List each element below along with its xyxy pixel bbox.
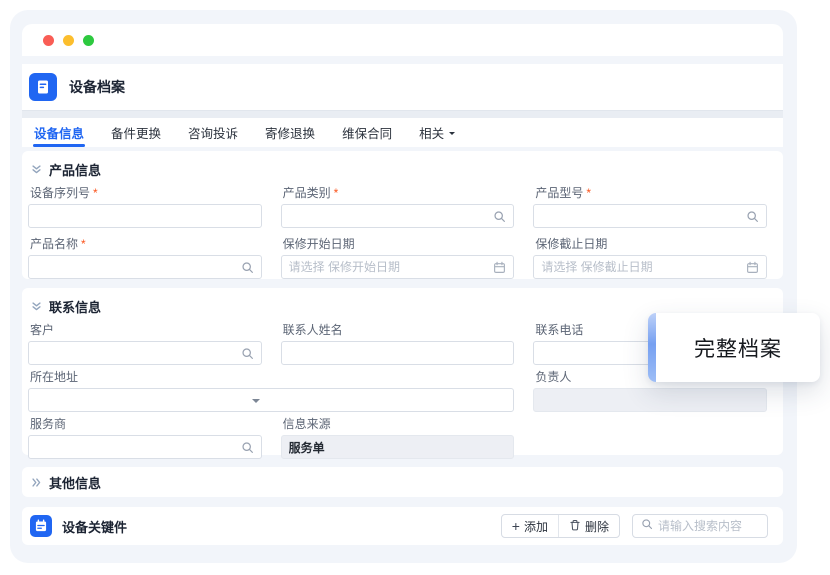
- serial-input[interactable]: [36, 209, 254, 223]
- address-input[interactable]: [36, 393, 506, 407]
- field-label: 客户: [30, 323, 262, 337]
- add-button-label: 添加: [524, 518, 548, 535]
- key-parts-search[interactable]: [632, 514, 768, 538]
- address-select[interactable]: [28, 388, 514, 412]
- key-parts-title: 设备关键件: [62, 517, 501, 536]
- key-parts-icon: [30, 515, 52, 537]
- provider-input[interactable]: [36, 440, 235, 454]
- plus-icon: +: [512, 519, 520, 533]
- delete-button-label: 删除: [585, 518, 609, 535]
- window-titlebar: [22, 24, 783, 56]
- field-label: 产品名称 *: [30, 237, 262, 251]
- tab-label: 相关: [419, 123, 444, 142]
- section-title: 其他信息: [49, 473, 101, 492]
- field-label: 产品型号 *: [535, 186, 767, 200]
- search-icon: [641, 517, 653, 535]
- field-warranty-end: 保修截止日期: [533, 237, 767, 279]
- required-mark: *: [81, 237, 86, 251]
- category-input[interactable]: [289, 209, 488, 223]
- field-model: 产品型号 *: [533, 186, 767, 228]
- section-key-parts: 设备关键件 + 添加 删除: [22, 507, 783, 545]
- field-product-name: 产品名称 *: [28, 237, 262, 279]
- add-button[interactable]: + 添加: [502, 515, 558, 537]
- search-icon[interactable]: [493, 210, 506, 223]
- tab-device-info[interactable]: 设备信息: [34, 118, 84, 147]
- callout-text: 完整档案: [656, 313, 820, 382]
- tab-related[interactable]: 相关: [419, 118, 455, 147]
- contact-section-header[interactable]: 联系信息: [22, 288, 783, 316]
- tab-label: 咨询投诉: [188, 123, 238, 142]
- tab-repair-return[interactable]: 寄修退换: [265, 118, 315, 147]
- window-close-button[interactable]: [43, 35, 54, 46]
- collapse-chevrons-right-icon: [31, 477, 42, 488]
- window-minimize-button[interactable]: [63, 35, 74, 46]
- required-mark: *: [334, 186, 339, 200]
- field-contact-name: 联系人姓名: [281, 323, 515, 365]
- warranty-end-input[interactable]: [541, 260, 740, 274]
- search-icon[interactable]: [241, 261, 254, 274]
- field-label: 保修截止日期: [535, 237, 767, 251]
- required-mark: *: [586, 186, 591, 200]
- tab-maintenance-contract[interactable]: 维保合同: [342, 118, 392, 147]
- caret-down-icon: [252, 399, 260, 407]
- tab-label: 寄修退换: [265, 123, 315, 142]
- calendar-icon[interactable]: [493, 261, 506, 274]
- tab-label: 备件更换: [111, 123, 161, 142]
- field-category: 产品类别 *: [281, 186, 515, 228]
- page-header: 设备档案: [22, 64, 783, 110]
- product-name-input[interactable]: [36, 260, 235, 274]
- field-source: 信息来源: [281, 417, 515, 459]
- tab-label: 设备信息: [34, 123, 84, 142]
- tab-spare-parts[interactable]: 备件更换: [111, 118, 161, 147]
- field-serial: 设备序列号 *: [28, 186, 262, 228]
- contact-name-input[interactable]: [289, 346, 507, 360]
- section-other-info[interactable]: 其他信息: [22, 467, 783, 497]
- field-label: 设备序列号 *: [30, 186, 262, 200]
- search-icon[interactable]: [746, 210, 759, 223]
- field-warranty-start: 保修开始日期: [281, 237, 515, 279]
- device-archive-icon: [29, 73, 57, 101]
- source-input: [289, 440, 507, 454]
- tab-consult-complaint[interactable]: 咨询投诉: [188, 118, 238, 147]
- search-icon[interactable]: [241, 441, 254, 454]
- header-separator: [22, 110, 783, 118]
- key-parts-search-input[interactable]: [658, 519, 759, 533]
- page-title: 设备档案: [69, 77, 125, 97]
- delete-button[interactable]: 删除: [558, 515, 619, 537]
- collapse-chevrons-down-icon: [31, 301, 42, 312]
- section-title: 联系信息: [49, 297, 101, 316]
- customer-input[interactable]: [36, 346, 235, 360]
- field-label: 所在地址: [30, 370, 514, 384]
- trash-icon: [569, 519, 581, 534]
- field-label: 信息来源: [283, 417, 515, 431]
- window-maximize-button[interactable]: [83, 35, 94, 46]
- field-label: 联系人姓名: [283, 323, 515, 337]
- field-customer: 客户: [28, 323, 262, 365]
- field-label: 产品类别 *: [283, 186, 515, 200]
- app-window: 设备档案 设备信息 备件更换 咨询投诉 寄修退换 维保合同 相关: [10, 10, 797, 563]
- collapse-chevrons-down-icon: [31, 164, 42, 175]
- section-title: 产品信息: [49, 160, 101, 179]
- field-label: 保修开始日期: [283, 237, 515, 251]
- required-mark: *: [93, 186, 98, 200]
- warranty-start-input[interactable]: [289, 260, 488, 274]
- key-parts-actions: + 添加 删除: [501, 514, 620, 538]
- field-address: 所在地址: [28, 370, 514, 412]
- product-section-header[interactable]: 产品信息: [22, 151, 783, 179]
- field-label: 服务商: [30, 417, 262, 431]
- complete-archive-callout: 完整档案: [648, 313, 820, 382]
- tab-bar: 设备信息 备件更换 咨询投诉 寄修退换 维保合同 相关: [22, 118, 783, 147]
- search-icon[interactable]: [241, 347, 254, 360]
- tab-label: 维保合同: [342, 123, 392, 142]
- caret-down-icon: [449, 132, 455, 138]
- field-provider: 服务商: [28, 417, 262, 459]
- owner-input: [541, 393, 759, 407]
- section-product-info: 产品信息 设备序列号 * 产品类别 *: [22, 151, 783, 279]
- model-input[interactable]: [541, 209, 740, 223]
- callout-accent-bar: [648, 313, 656, 382]
- calendar-icon[interactable]: [746, 261, 759, 274]
